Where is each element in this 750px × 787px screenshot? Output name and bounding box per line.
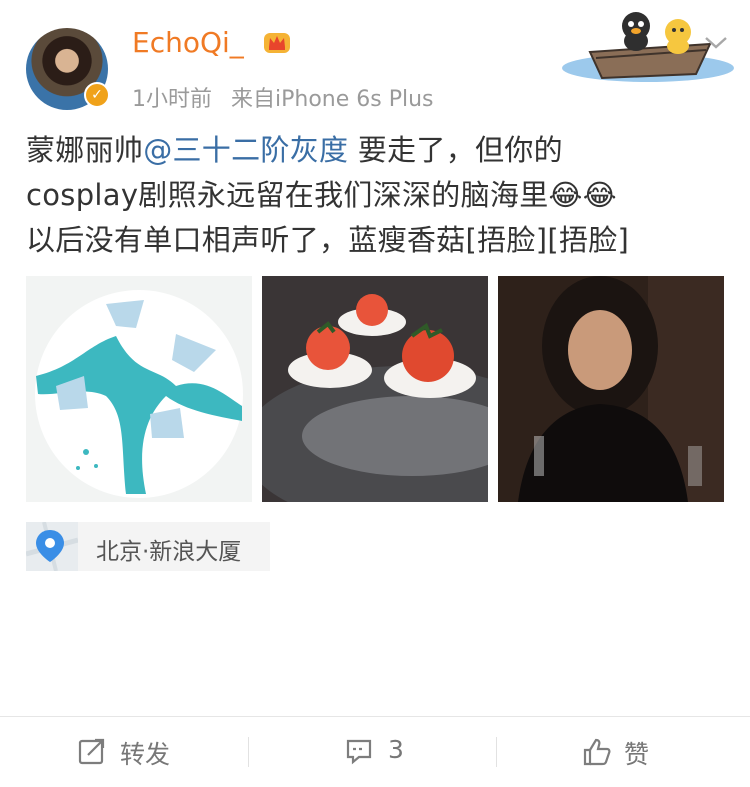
action-divider xyxy=(248,737,249,767)
post-text-segment: 要走了，但你的 xyxy=(348,133,563,167)
post-time: 1小时前 xyxy=(132,87,212,112)
vip-crown-icon[interactable] xyxy=(262,27,292,57)
like-thumb-icon xyxy=(583,738,611,766)
comment-icon xyxy=(346,739,372,765)
post-text-segment: cosplay剧照永远留在我们深深的脑海里 xyxy=(26,178,549,212)
post-meta: 1小时前 来自iPhone 6s Plus xyxy=(132,81,446,113)
location-label[interactable]: 北京·新浪大厦 xyxy=(96,532,241,566)
repost-button[interactable]: 转发 xyxy=(0,717,250,787)
location-map-thumbnail xyxy=(25,521,79,572)
post-text-segment: 蒙娜丽帅 xyxy=(26,133,144,167)
laugh-cry-emoji-icon: 😂 xyxy=(548,178,583,212)
comment-count: 3 xyxy=(388,735,404,764)
verified-badge-icon: ✓ xyxy=(84,82,110,108)
repost-label: 转发 xyxy=(120,740,171,769)
post-line-3: 以后没有单口相声听了，蓝瘦香菇[捂脸][捂脸] xyxy=(26,223,630,257)
post-source[interactable]: 来自iPhone 6s Plus xyxy=(231,87,434,112)
person-portrait-image xyxy=(498,276,724,502)
photo-2[interactable] xyxy=(262,276,488,502)
avatar-container[interactable]: ✓ xyxy=(26,28,110,110)
dessert-plate-image xyxy=(35,290,243,498)
photo-1[interactable] xyxy=(26,276,252,502)
username[interactable]: EchoQi_ xyxy=(132,26,244,59)
location-pin-icon xyxy=(25,521,79,572)
post-line-1: 蒙娜丽帅@三十二阶灰度 要走了，但你的 xyxy=(26,128,726,173)
post-line-2: cosplay剧照永远留在我们深深的脑海里😂😂 xyxy=(26,173,726,218)
comment-button[interactable]: 3 xyxy=(250,717,500,787)
action-divider xyxy=(496,737,497,767)
laugh-cry-emoji-icon: 😂 xyxy=(582,178,617,212)
repost-icon xyxy=(78,738,105,765)
mention-link[interactable]: @三十二阶灰度 xyxy=(143,133,348,167)
action-bar: 转发 3 赞 xyxy=(0,716,750,787)
like-label: 赞 xyxy=(624,740,650,769)
location-tag[interactable]: 北京·新浪大厦 xyxy=(25,521,270,572)
more-options-chevron-down-icon[interactable] xyxy=(703,34,729,52)
post-text: 蒙娜丽帅@三十二阶灰度 要走了，但你的 cosplay剧照永远留在我们深深的脑海… xyxy=(26,128,726,263)
photo-3[interactable] xyxy=(498,276,724,502)
tomato-dessert-image xyxy=(262,276,488,502)
like-button[interactable]: 赞 xyxy=(500,717,750,787)
